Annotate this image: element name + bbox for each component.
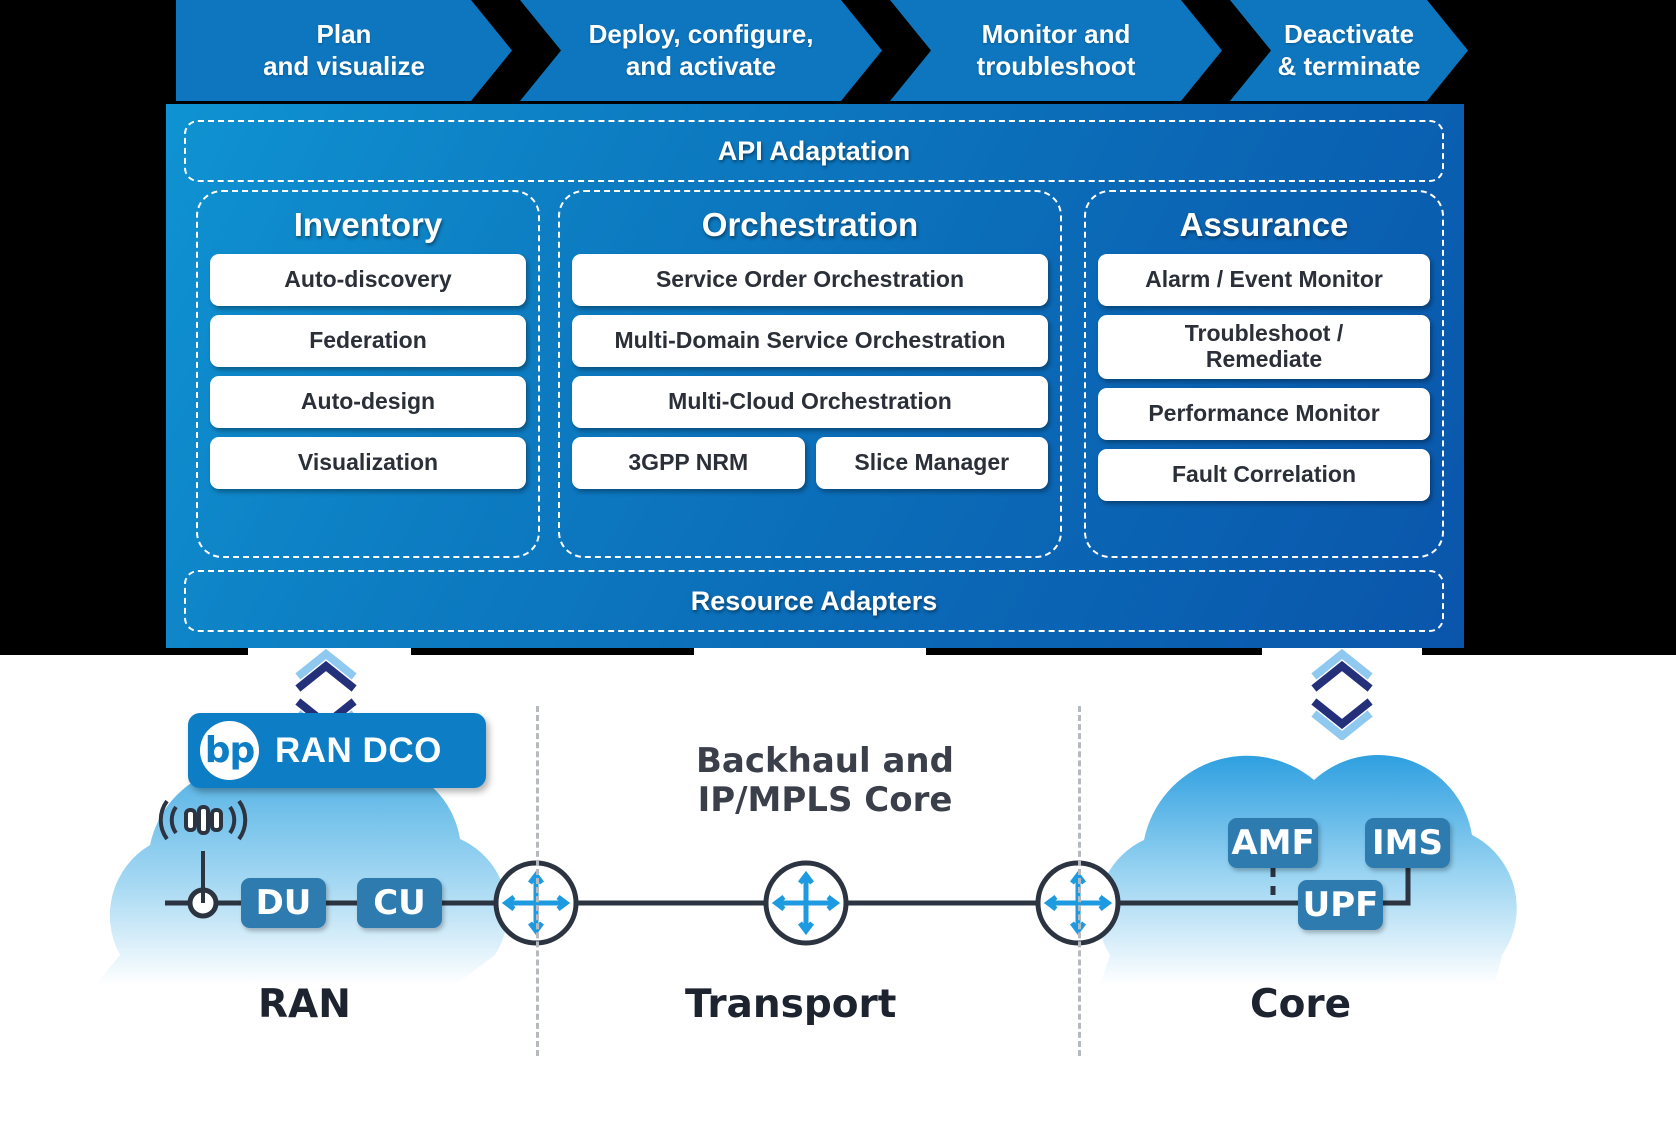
- ran-dco-badge[interactable]: bp RAN DCO: [188, 713, 486, 788]
- card-alarm-event-monitor[interactable]: Alarm / Event Monitor: [1098, 254, 1430, 306]
- pillar-title-inventory: Inventory: [293, 206, 443, 243]
- router-transport-core: [763, 860, 849, 946]
- card-auto-design[interactable]: Auto-design: [210, 376, 526, 428]
- process-step-line1: Plan: [316, 18, 372, 49]
- card-visualization[interactable]: Visualization: [210, 437, 526, 489]
- node-amf[interactable]: AMF: [1228, 818, 1318, 868]
- process-step-line1: Deactivate: [1283, 18, 1415, 49]
- segment-divider-ran-transport: [536, 706, 539, 1056]
- pillar-inventory: Inventory Auto-discovery Federation Auto…: [196, 190, 540, 558]
- orchestration-card-row: 3GPP NRM Slice Manager: [572, 437, 1048, 489]
- api-adaptation-band[interactable]: API Adaptation: [184, 120, 1444, 182]
- node-du[interactable]: DU: [241, 878, 326, 928]
- card-federation[interactable]: Federation: [210, 315, 526, 367]
- card-service-order-orchestration[interactable]: Service Order Orchestration: [572, 254, 1048, 306]
- antenna-elements: [184, 805, 223, 835]
- process-step-deploy[interactable]: Deploy, configure, and activate: [520, 0, 882, 101]
- assurance-card-list: Alarm / Event Monitor Troubleshoot / Rem…: [1086, 254, 1442, 501]
- transport-title: Backhaul and IP/MPLS Core: [696, 741, 954, 821]
- process-step-monitor[interactable]: Monitor and troubleshoot: [890, 0, 1222, 101]
- process-step-line1: Deploy, configure,: [588, 18, 814, 49]
- card-multi-cloud-orchestration[interactable]: Multi-Cloud Orchestration: [572, 376, 1048, 428]
- inventory-card-list: Auto-discovery Federation Auto-design Vi…: [198, 254, 538, 489]
- process-step-deactivate[interactable]: Deactivate & terminate: [1230, 0, 1468, 101]
- pillar-title-orchestration: Orchestration: [701, 206, 919, 243]
- api-adaptation-label: API Adaptation: [717, 135, 911, 166]
- process-step-line2: and activate: [625, 50, 777, 81]
- card-troubleshoot-remediate[interactable]: Troubleshoot / Remediate: [1098, 315, 1430, 379]
- card-multi-domain-service-orchestration[interactable]: Multi-Domain Service Orchestration: [572, 315, 1048, 367]
- orchestration-card-list: Service Order Orchestration Multi-Domain…: [560, 254, 1060, 489]
- bp-logo-icon: bp: [200, 721, 259, 780]
- process-step-plan[interactable]: Plan and visualize: [176, 0, 512, 101]
- process-step-line2: and visualize: [263, 50, 425, 81]
- segment-divider-transport-core: [1078, 706, 1081, 1056]
- node-upf[interactable]: UPF: [1298, 880, 1383, 930]
- platform-panel: API Adaptation Inventory Auto-discovery …: [166, 104, 1464, 648]
- process-step-line2: troubleshoot: [976, 50, 1136, 81]
- resource-adapters-band[interactable]: Resource Adapters: [184, 570, 1444, 632]
- card-3gpp-nrm[interactable]: 3GPP NRM: [572, 437, 805, 489]
- card-auto-discovery[interactable]: Auto-discovery: [210, 254, 526, 306]
- pillar-title-assurance: Assurance: [1179, 206, 1349, 243]
- resource-adapters-label: Resource Adapters: [690, 585, 938, 616]
- pillar-assurance: Assurance Alarm / Event Monitor Troubles…: [1084, 190, 1444, 558]
- node-cu[interactable]: CU: [357, 878, 442, 928]
- ran-dco-label: RAN DCO: [275, 730, 442, 770]
- card-fault-correlation[interactable]: Fault Correlation: [1098, 449, 1430, 501]
- segment-label-ran: RAN: [258, 982, 351, 1027]
- process-step-line1: Monitor and: [981, 18, 1131, 49]
- segment-label-transport: Transport: [685, 982, 897, 1027]
- process-banner: Plan and visualize Deploy, configure, an…: [176, 0, 1468, 101]
- node-ims[interactable]: IMS: [1365, 818, 1450, 868]
- process-step-line2: & terminate: [1277, 50, 1421, 81]
- card-performance-monitor[interactable]: Performance Monitor: [1098, 388, 1430, 440]
- ran-cloud: [95, 763, 508, 985]
- core-cloud: [1097, 755, 1517, 985]
- card-slice-manager[interactable]: Slice Manager: [815, 437, 1048, 489]
- segment-label-core: Core: [1250, 982, 1352, 1027]
- pillar-orchestration: Orchestration Service Order Orchestratio…: [558, 190, 1062, 558]
